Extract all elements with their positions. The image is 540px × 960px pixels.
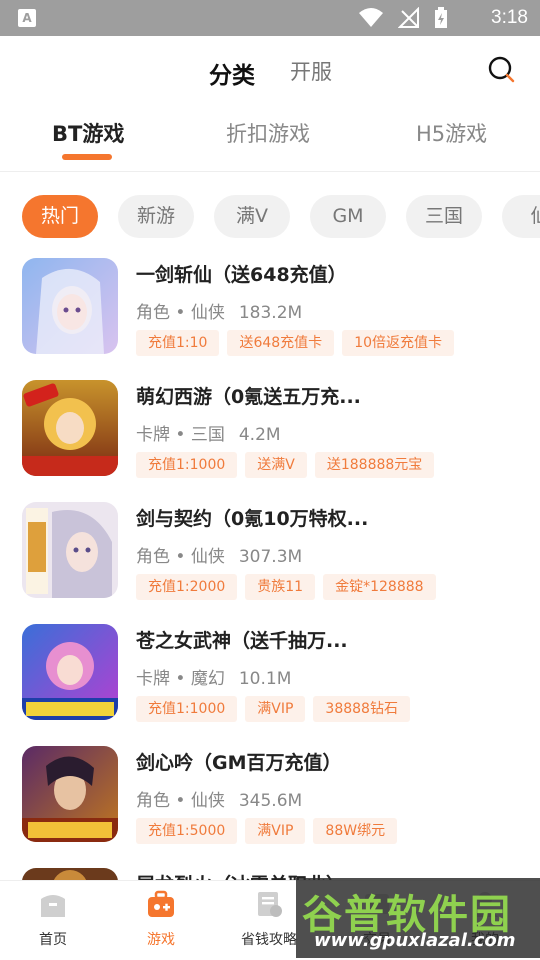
game-tag: 满VIP [245,818,306,844]
game-meta: 卡牌 • 魔幻 10.1M [136,664,291,689]
game-title: 一剑斩仙（送648充值） [136,264,347,286]
game-title: 剑心吟（GM百万充值） [136,752,342,774]
game-size: 307.3M [238,547,303,567]
game-tags: 充值1:5000 满VIP 88W绑元 [136,818,398,844]
game-list-item[interactable]: 萌幻西游（0氪送五万充... 卡牌 • 三国 4.2M 充值1:1000 送满V … [0,380,540,492]
game-title: 剑与契约（0氪10万特权... [136,508,369,530]
status-time: 3:18 [491,7,528,28]
game-icon [22,746,118,842]
game-title: 萌幻西游（0氪送五万充... [136,386,361,408]
game-tag: 充值1:1000 [136,696,238,722]
filter-three-kingdoms[interactable]: 三国 [406,195,482,238]
game-size: 4.2M [238,425,281,445]
nav-games[interactable]: 游戏 [116,889,206,949]
tab-server-open[interactable]: 开服 [290,56,332,86]
tab-bt-games[interactable]: BT游戏 [52,118,124,148]
game-meta: 角色 • 仙侠 183.2M [136,298,302,323]
game-tag: 金锭*128888 [323,574,436,600]
game-list: 一剑斩仙（送648充值） 角色 • 仙侠 183.2M 充值1:10 送648充值… [0,258,540,880]
game-genre: 角色 • 仙侠 [136,791,225,811]
filter-gm[interactable]: GM [310,195,386,238]
game-tags: 充值1:10 送648充值卡 10倍返充值卡 [136,330,455,356]
nav-home[interactable]: 首页 [8,889,98,949]
game-tag: 88W绑元 [313,818,398,844]
game-genre: 角色 • 仙侠 [136,303,225,323]
game-icon [22,258,118,354]
status-bar: A 3:18 [0,0,540,36]
filter-hot[interactable]: 热门 [22,195,98,238]
game-tag: 充值1:1000 [136,452,238,478]
game-tags: 充值1:1000 满VIP 38888钻石 [136,696,410,722]
game-icon [22,380,118,476]
money-guide-icon [258,892,282,917]
app-notification-icon: A [18,9,36,27]
game-tag: 38888钻石 [313,696,410,722]
system-icons [358,7,448,29]
wifi-icon [359,8,383,27]
filter-full-vip[interactable]: 满V [214,195,290,238]
game-tags: 充值1:2000 贵族11 金锭*128888 [136,574,436,600]
game-tag: 充值1:5000 [136,818,238,844]
filter-pills: 热门 新游 满V GM 三国 仙 [0,195,540,239]
game-meta: 角色 • 仙侠 307.3M [136,542,302,567]
game-genre: 卡牌 • 三国 [136,425,225,445]
category-tabs: BT游戏 折扣游戏 H5游戏 [0,108,540,172]
filter-xianxia[interactable]: 仙 [502,195,540,238]
game-list-item[interactable]: 苍之女武神（送千抽万... 卡牌 • 魔幻 10.1M 充值1:1000 满VIP… [0,624,540,736]
watermark: 谷普软件园 www.gpuxlazal.com [296,878,540,958]
game-icon [22,868,118,880]
tab-category[interactable]: 分类 [209,56,255,90]
watermark-url: www.gpuxlazal.com [314,930,516,951]
game-bag-icon [148,890,174,917]
game-icon [22,502,118,598]
game-list-item[interactable]: 一剑斩仙（送648充值） 角色 • 仙侠 183.2M 充值1:10 送648充值… [0,258,540,370]
game-icon [22,624,118,720]
game-meta: 卡牌 • 三国 4.2M [136,420,281,445]
tab-h5-games[interactable]: H5游戏 [416,118,487,148]
game-genre: 卡牌 • 魔幻 [136,669,225,689]
game-tags: 充值1:1000 送满V 送188888元宝 [136,452,435,478]
home-icon [41,895,65,917]
filter-new[interactable]: 新游 [118,195,194,238]
game-tag: 送648充值卡 [227,330,335,356]
game-tag: 贵族11 [245,574,316,600]
game-size: 10.1M [238,669,292,689]
nav-label: 首页 [39,932,67,948]
search-icon[interactable] [488,56,516,84]
game-tag: 送满V [245,452,307,478]
tab-discount-games[interactable]: 折扣游戏 [226,118,310,148]
game-tag: 10倍返充值卡 [342,330,455,356]
battery-charging-icon [435,7,447,28]
game-size: 183.2M [238,303,303,323]
game-tag: 送188888元宝 [314,452,435,478]
game-meta: 角色 • 仙侠 345.6M [136,786,302,811]
game-title: 苍之女武神（送千抽万... [136,630,348,652]
game-tag: 充值1:10 [136,330,220,356]
game-list-item[interactable]: 剑心吟（GM百万充值） 角色 • 仙侠 345.6M 充值1:5000 满VIP … [0,746,540,858]
game-list-item[interactable]: 剑与契约（0氪10万特权... 角色 • 仙侠 307.3M 充值1:2000 贵… [0,502,540,614]
game-size: 345.6M [238,791,303,811]
nav-label: 游戏 [147,932,175,948]
top-header: 分类 开服 [0,36,540,104]
game-genre: 角色 • 仙侠 [136,547,225,567]
game-tag: 满VIP [245,696,306,722]
game-tag: 充值1:2000 [136,574,238,600]
active-tab-indicator [62,154,112,160]
no-signal-icon [398,7,419,28]
